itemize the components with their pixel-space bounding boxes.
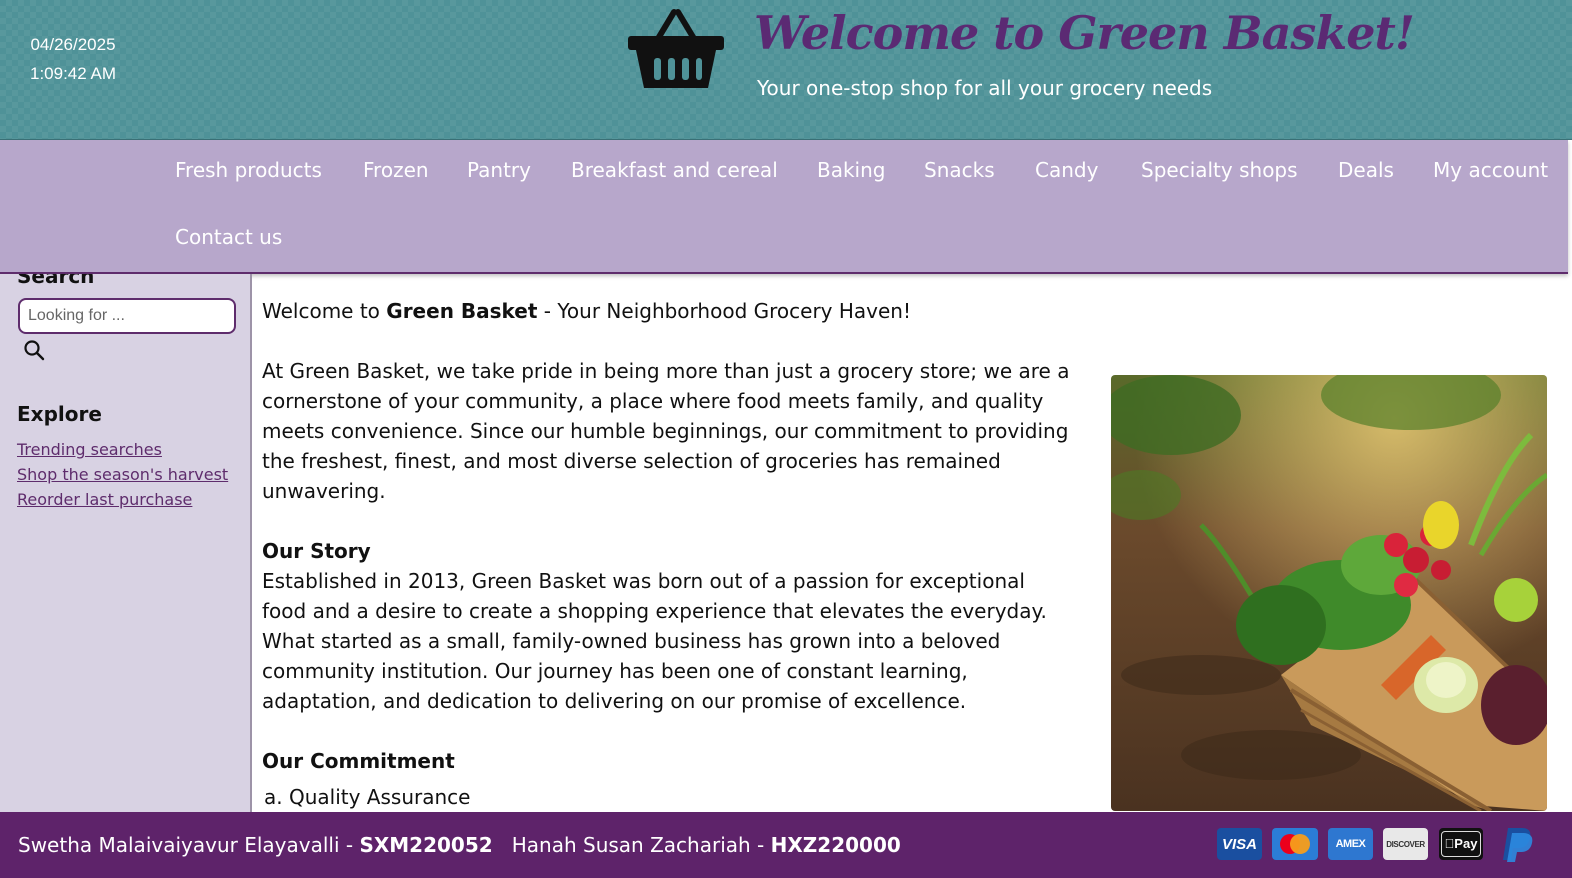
nav-item-snacks[interactable]: Snacks (924, 158, 995, 182)
explore-heading: Explore (17, 402, 102, 426)
story-paragraph: Established in 2013, Green Basket was bo… (262, 569, 1047, 713)
commitment-heading: Our Commitment (262, 749, 455, 773)
about-paragraph: At Green Basket, we take pride in being … (262, 359, 1070, 503)
intro-store-name: Green Basket (386, 299, 538, 323)
commitment-item: a. Quality Assurance (264, 785, 471, 809)
story-heading: Our Story (262, 539, 371, 563)
site-title: Welcome to Green Basket! (754, 6, 1415, 60)
nav-item-frozen[interactable]: Frozen (363, 158, 429, 182)
author2-name: Hanah Susan Zachariah - (511, 833, 771, 857)
link-seasons-harvest[interactable]: Shop the season's harvest (17, 465, 228, 484)
intro-prefix: Welcome to (262, 299, 387, 323)
datetime: 04/26/2025 1:09:42 AM (30, 30, 116, 88)
apple-pay-icon: Pay (1439, 828, 1483, 860)
nav-item-deals[interactable]: Deals (1338, 158, 1394, 182)
amex-icon: AMEX (1328, 828, 1373, 860)
site-tagline: Your one-stop shop for all your grocery … (757, 76, 1213, 100)
apple-pay-label: Pay (1449, 836, 1477, 851)
intro-line: Welcome to Green Basket - Your Neighborh… (262, 296, 1072, 326)
link-trending-searches[interactable]: Trending searches (17, 440, 162, 459)
nav-item-candy[interactable]: Candy (1035, 158, 1098, 182)
nav-item-breakfast-and-cereal[interactable]: Breakfast and cereal (571, 158, 778, 182)
current-time: 1:09:42 AM (30, 64, 117, 83)
shopping-basket-icon (628, 9, 724, 88)
sidebar: Search Explore Trending searches Shop th… (0, 274, 252, 814)
author1-name: Swetha Malaivaiyavur Elayavalli - (18, 833, 360, 857)
site-header: 04/26/2025 1:09:42 AM Welcome to Green B… (0, 0, 1572, 140)
nav-item-baking[interactable]: Baking (817, 158, 886, 182)
visa-icon: VISA (1217, 828, 1262, 860)
link-reorder-last-purchase[interactable]: Reorder last purchase (17, 490, 192, 509)
discover-icon: DISCOVER (1383, 828, 1428, 860)
mastercard-icon (1272, 828, 1318, 860)
intro-suffix: - Your Neighborhood Grocery Haven! (537, 299, 911, 323)
vegetable-crate-image (1111, 375, 1547, 811)
author-credits: Swetha Malaivaiyavur Elayavalli - SXM220… (18, 833, 901, 857)
search-heading: Search (17, 274, 95, 288)
nav-item-fresh-products[interactable]: Fresh products (175, 158, 322, 182)
search-icon[interactable] (22, 338, 46, 362)
nav-item-contact-us[interactable]: Contact us (175, 225, 282, 249)
main-nav: Fresh products Frozen Pantry Breakfast a… (0, 140, 1568, 274)
author1-id: SXM220052 (359, 833, 493, 857)
site-footer: Swetha Malaivaiyavur Elayavalli - SXM220… (0, 812, 1572, 878)
paypal-icon (1503, 828, 1533, 862)
search-input[interactable] (18, 298, 236, 334)
author2-id: HXZ220000 (770, 833, 901, 857)
nav-item-my-account[interactable]: My account (1433, 158, 1548, 182)
current-date: 04/26/2025 (30, 35, 116, 54)
nav-item-pantry[interactable]: Pantry (467, 158, 531, 182)
nav-item-specialty-shops[interactable]: Specialty shops (1141, 158, 1298, 182)
main-content: Welcome to Green Basket - Your Neighborh… (262, 296, 1072, 812)
